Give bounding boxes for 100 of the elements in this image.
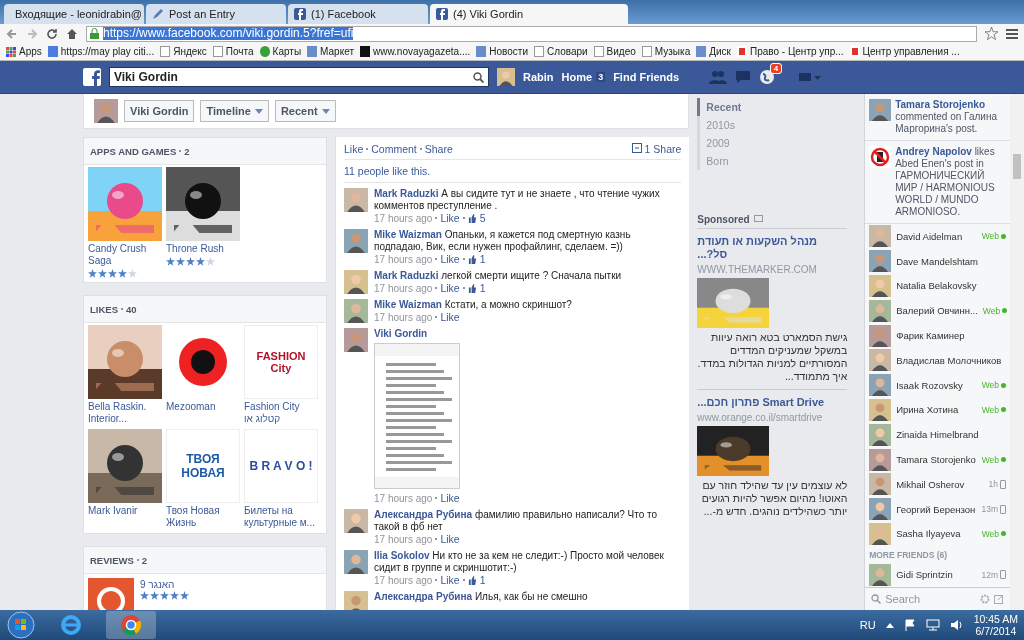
top-search-field[interactable]: Viki Gordin (109, 67, 489, 87)
browser-tab[interactable]: (4) Viki Gordin (430, 4, 628, 24)
like-link[interactable]: Like (440, 574, 460, 586)
bookmark[interactable]: Видео (593, 46, 636, 57)
browser-tab[interactable]: Post an Entry (146, 4, 286, 24)
dropdown-button[interactable]: Timeline (200, 100, 269, 122)
comment-time: 17 hours ago (374, 533, 433, 545)
likes-summary[interactable]: 11 people like this. (344, 160, 682, 183)
find-friends-link[interactable]: Find Friends (613, 71, 680, 83)
chat-friend[interactable]: Isaak Rozovsky Web (865, 372, 1010, 398)
tray-caret-icon[interactable] (885, 622, 894, 628)
page-name[interactable]: Bella Raskin. Interior... (88, 401, 164, 425)
network-icon[interactable] (925, 619, 940, 631)
bookmark[interactable]: Словари (533, 46, 588, 57)
pen-icon (152, 8, 164, 20)
profile-name-button[interactable]: Viki Gordin (124, 100, 195, 122)
flag-icon[interactable] (903, 619, 916, 631)
like-count[interactable]: 1 (479, 574, 486, 586)
avatar (869, 423, 892, 446)
star-icon (176, 257, 185, 266)
star-icon (88, 269, 97, 278)
bookmark[interactable]: Музыка (641, 46, 691, 57)
address-bar[interactable]: https://www.facebook.com/viki.gordin.5?fref=ufi (86, 25, 977, 42)
chat-friend[interactable]: Mikhail Osherov 1h (865, 471, 1010, 497)
page-name[interactable]: Fashion City קטלוג או (244, 401, 320, 425)
browser-tab[interactable]: Входящие - leonidrabin@ (4, 4, 144, 24)
star-icon (140, 591, 149, 600)
page-name[interactable]: Mark Ivanir (88, 505, 164, 517)
chat-friend[interactable]: Георгий Берензон 13m (865, 496, 1010, 522)
like-count[interactable]: 1 (479, 282, 486, 294)
language-indicator[interactable]: RU (859, 619, 876, 631)
avatar (94, 99, 118, 123)
ticker-story[interactable]: Andrey Napolov likes Abed Enen's post in ГАРМОНИЧЕСКИЙ МИР / HARMONIOUS WORLD / MUNDO ARMONIOSO. (895, 146, 1006, 218)
page-logo: B R A V O ! (244, 429, 318, 503)
bookmark[interactable]: Яндекс (160, 46, 207, 57)
home-link[interactable]: Home 3 (561, 71, 606, 83)
star-icon (98, 269, 107, 278)
like-link[interactable]: Like (440, 533, 460, 545)
ad-title[interactable]: מנהל השקעות או תעודת סל?... (697, 235, 848, 261)
bookmark[interactable]: Apps (6, 46, 42, 57)
chat-friend[interactable]: Natalia Belakovsky (865, 273, 1010, 299)
post-action-link[interactable]: Like (344, 143, 364, 155)
comment-text: Mark Raduzki А вы сидите тут и не знаете , что чтение чужих комментов преступление . (374, 188, 661, 212)
speaker-icon[interactable] (949, 619, 964, 631)
bookmark[interactable]: Диск (696, 46, 731, 57)
bookmark[interactable]: Почта (212, 46, 254, 57)
chat-friend[interactable]: David Aidelman Web (865, 224, 1010, 249)
like-count[interactable]: 5 (479, 212, 486, 224)
section-count: 2 (141, 554, 148, 566)
page-logo: FASHION City (244, 325, 318, 399)
dropdown-button[interactable]: Recent (274, 100, 336, 122)
start-button[interactable] (6, 611, 36, 639)
home-icon[interactable] (66, 27, 78, 40)
bookmark[interactable]: Право - Центр упр... (736, 46, 844, 57)
bookmark[interactable]: Маркет (307, 46, 354, 57)
chat-friend[interactable]: Tamara Storojenko Web (865, 447, 1010, 472)
app-name[interactable]: Candy Crush Saga (88, 243, 164, 267)
chat-friend[interactable]: Ирина Хотина Web (865, 397, 1010, 423)
bookmark[interactable]: Центр управления ... (849, 46, 960, 57)
chat-friend[interactable]: Sasha Ilyayeva Web (865, 521, 1010, 547)
browser-tab[interactable]: (1) Facebook (288, 4, 428, 24)
back-icon[interactable] (6, 27, 18, 40)
like-link[interactable]: Like (440, 311, 460, 323)
review-name[interactable]: האנגר 9 (140, 579, 175, 590)
profile-link[interactable]: Rabin (523, 71, 554, 83)
post-action-link[interactable]: Share (424, 143, 453, 155)
section-count: 40 (126, 303, 137, 315)
reload-icon[interactable] (46, 27, 58, 40)
mobile-status: 13m (981, 504, 1006, 515)
bookmark[interactable]: Новости (476, 46, 528, 57)
bookmark[interactable]: www.novayagazeta.... (359, 46, 471, 57)
chrome-button[interactable] (106, 611, 156, 639)
bookmark[interactable]: https://may play citi... (47, 46, 155, 57)
like-count[interactable]: 1 (479, 253, 486, 265)
chat-friend[interactable]: Фарик Каминер (865, 323, 1010, 348)
ad-icon (753, 215, 763, 224)
post-action-link[interactable]: Comment (371, 143, 417, 155)
page-name[interactable]: Твоя Новая Жизнь (166, 505, 242, 529)
ticker-story[interactable]: Tamara Storojenko commented on Галина Маргорина's post. (895, 99, 1006, 135)
chat-friend[interactable]: Владислав Молочников (865, 348, 1010, 373)
chat-friend[interactable]: Gidi Sprintzin 12m (865, 562, 1010, 588)
bookmark[interactable]: Карты (259, 46, 302, 57)
page-name[interactable]: Билеты на культурные м... (244, 505, 320, 529)
ad-title[interactable]: Smart Drive פתרון חכם... (697, 396, 848, 409)
globe-icon[interactable] (759, 69, 776, 85)
share-count-link[interactable]: 1 Share (631, 143, 682, 155)
facebook-logo-icon[interactable] (83, 68, 101, 86)
chat-friend[interactable]: Dave Mandelshtam (865, 248, 1010, 274)
clock[interactable]: 10:45 AM 6/7/2014 (973, 613, 1018, 637)
star-icon[interactable] (985, 27, 998, 40)
like-link[interactable]: Like (440, 212, 460, 224)
menu-icon[interactable] (1006, 28, 1018, 39)
chat-friend[interactable]: Zinaida Himelbrand (865, 422, 1010, 448)
no-sign-icon (869, 146, 892, 168)
like-link[interactable]: Like (440, 282, 460, 294)
like-link[interactable]: Like (440, 253, 460, 265)
chat-friend[interactable]: Валерий Овчинн... Web (865, 298, 1010, 324)
like-link[interactable]: Like (440, 492, 460, 504)
app-name[interactable]: Throne Rush (166, 243, 242, 255)
page-name[interactable]: Mezooman (166, 401, 242, 413)
